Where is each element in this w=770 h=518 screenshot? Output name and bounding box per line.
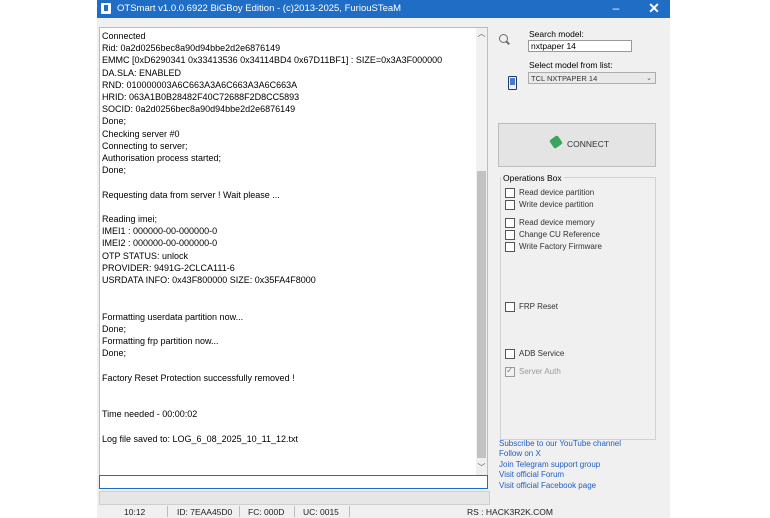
youtube-link[interactable]: Subscribe to our YouTube channel [499, 439, 669, 449]
phone-icon [508, 76, 517, 90]
log-line: Reading imei; [102, 214, 158, 225]
status-divider [349, 506, 350, 517]
scroll-up-icon[interactable]: ︿ [476, 28, 487, 40]
frp-reset-label: FRP Reset [519, 302, 558, 311]
change-cu-label: Change CU Reference [519, 230, 600, 239]
progress-bar [99, 491, 490, 505]
server-auth-label: Server Auth [519, 367, 561, 376]
model-select[interactable]: TCL NXTPAPER 14 ⌄ [528, 72, 656, 84]
status-fc: FC: 000D [248, 507, 285, 517]
read-partition-checkbox[interactable] [505, 188, 515, 198]
log-line: EMMC [0xD6290341 0x33413536 0x34114BD4 0… [102, 55, 443, 66]
log-line: PROVIDER: 9491G-2CLCA111-6 [102, 262, 235, 273]
search-icon [499, 34, 508, 43]
app-icon [101, 3, 111, 14]
write-partition-label: Write device partition [519, 200, 594, 209]
log-line: Done; [102, 116, 127, 127]
facebook-link[interactable]: Visit official Facebook page [499, 481, 669, 491]
operations-title: Operations Box [501, 173, 564, 183]
log-line: Connected [102, 31, 146, 41]
telegram-link[interactable]: Join Telegram support group [499, 460, 669, 470]
log-line: Done; [102, 348, 127, 359]
log-line: Log file saved to: LOG_6_08_2025_10_11_1… [102, 433, 298, 444]
links-list: Subscribe to our YouTube channel Follow … [499, 439, 669, 491]
minimize-button[interactable]: – [602, 0, 630, 18]
status-time: 10:12 [124, 507, 146, 517]
status-id: ID: 7EAA45D0 [177, 507, 233, 517]
search-input[interactable] [528, 40, 632, 52]
close-button[interactable]: ✕ [638, 0, 670, 18]
log-line: OTP STATUS: unlock [102, 250, 189, 261]
log-line: Done; [102, 165, 127, 176]
read-memory-label: Read device memory [519, 218, 595, 227]
status-divider [167, 506, 168, 517]
log-line: Formatting userdata partition now... [102, 311, 244, 322]
model-label: Select model from list: [529, 60, 613, 70]
log-line: HRID: 063A1B0B28482F40C72688F2D8CC5893 [102, 92, 300, 103]
log-line: DA.SLA: ENABLED [102, 67, 182, 78]
log-line: RND: 010000003A6C663A3A6C663A3A6C663A [102, 79, 298, 90]
follow-x-link[interactable]: Follow on X [499, 449, 669, 459]
title-bar[interactable]: OTSmart v1.0.0.6922 BiGBoy Edition - (c)… [97, 0, 670, 18]
app-window: OTSmart v1.0.0.6922 BiGBoy Edition - (c)… [97, 0, 670, 518]
chevron-down-icon[interactable]: ⌄ [646, 73, 652, 85]
log-line: Formatting frp partition now... [102, 336, 219, 347]
adb-service-checkbox[interactable] [505, 349, 515, 359]
status-rs: RS : HACK3R2K.COM [467, 507, 553, 517]
read-partition-label: Read device partition [519, 188, 595, 197]
change-cu-checkbox[interactable] [505, 230, 515, 240]
plug-icon [549, 135, 563, 149]
log-line: Checking server #0 [102, 128, 180, 139]
operations-box: Operations Box Read device partition Wri… [500, 173, 656, 440]
window-title: OTSmart v1.0.0.6922 BiGBoy Edition - (c)… [117, 3, 402, 14]
write-firmware-label: Write Factory Firmware [519, 242, 602, 251]
search-label: Search model: [529, 29, 584, 39]
log-line: Time needed - 00:00:02 [102, 409, 198, 420]
log-line: USRDATA INFO: 0x43F800000 SIZE: 0x35FA4F… [102, 275, 316, 286]
read-memory-checkbox[interactable] [505, 218, 515, 228]
command-input[interactable] [99, 475, 488, 489]
forum-link[interactable]: Visit official Forum [499, 470, 669, 480]
status-divider [294, 506, 295, 517]
status-divider [239, 506, 240, 517]
log-line: IMEI1 : 000000-00-000000-0 [102, 226, 218, 237]
log-line: Rid: 0a2d0256bec8a90d94bbe2d2e6876149 [102, 43, 281, 54]
log-line: Requesting data from server ! Wait pleas… [102, 189, 280, 200]
log-line: IMEI2 : 000000-00-000000-0 [102, 238, 218, 249]
connect-label: CONNECT [567, 139, 610, 149]
log-output[interactable]: Connected Rid: 0a2d0256bec8a90d94bbe2d2e… [99, 27, 488, 477]
log-text: Connected Rid: 0a2d0256bec8a90d94bbe2d2e… [102, 30, 477, 445]
write-firmware-checkbox[interactable] [505, 242, 515, 252]
status-bar: 10:12 ID: 7EAA45D0 FC: 000D UC: 0015 RS … [97, 505, 670, 518]
scroll-thumb[interactable] [477, 171, 486, 458]
log-line: Done; [102, 323, 127, 334]
model-select-value: TCL NXTPAPER 14 [531, 74, 598, 83]
frp-reset-checkbox[interactable] [505, 302, 515, 312]
scroll-down-icon[interactable]: ﹀ [476, 462, 487, 474]
adb-service-label: ADB Service [519, 349, 565, 358]
log-line: Authorisation process started; [102, 153, 222, 164]
connect-button[interactable]: CONNECT [498, 123, 656, 167]
log-line: Connecting to server; [102, 140, 188, 151]
right-panel: Search model: Select model from list: TC… [495, 26, 668, 502]
write-partition-checkbox[interactable] [505, 200, 515, 210]
log-line: Factory Reset Protection successfully re… [102, 372, 295, 383]
server-auth-checkbox[interactable] [505, 365, 515, 377]
log-line: SOCID: 0a2d0256bec8a90d94bbe2d2e6876149 [102, 104, 296, 115]
log-scrollbar[interactable]: ︿ ﹀ [476, 28, 487, 476]
status-uc: UC: 0015 [303, 507, 339, 517]
